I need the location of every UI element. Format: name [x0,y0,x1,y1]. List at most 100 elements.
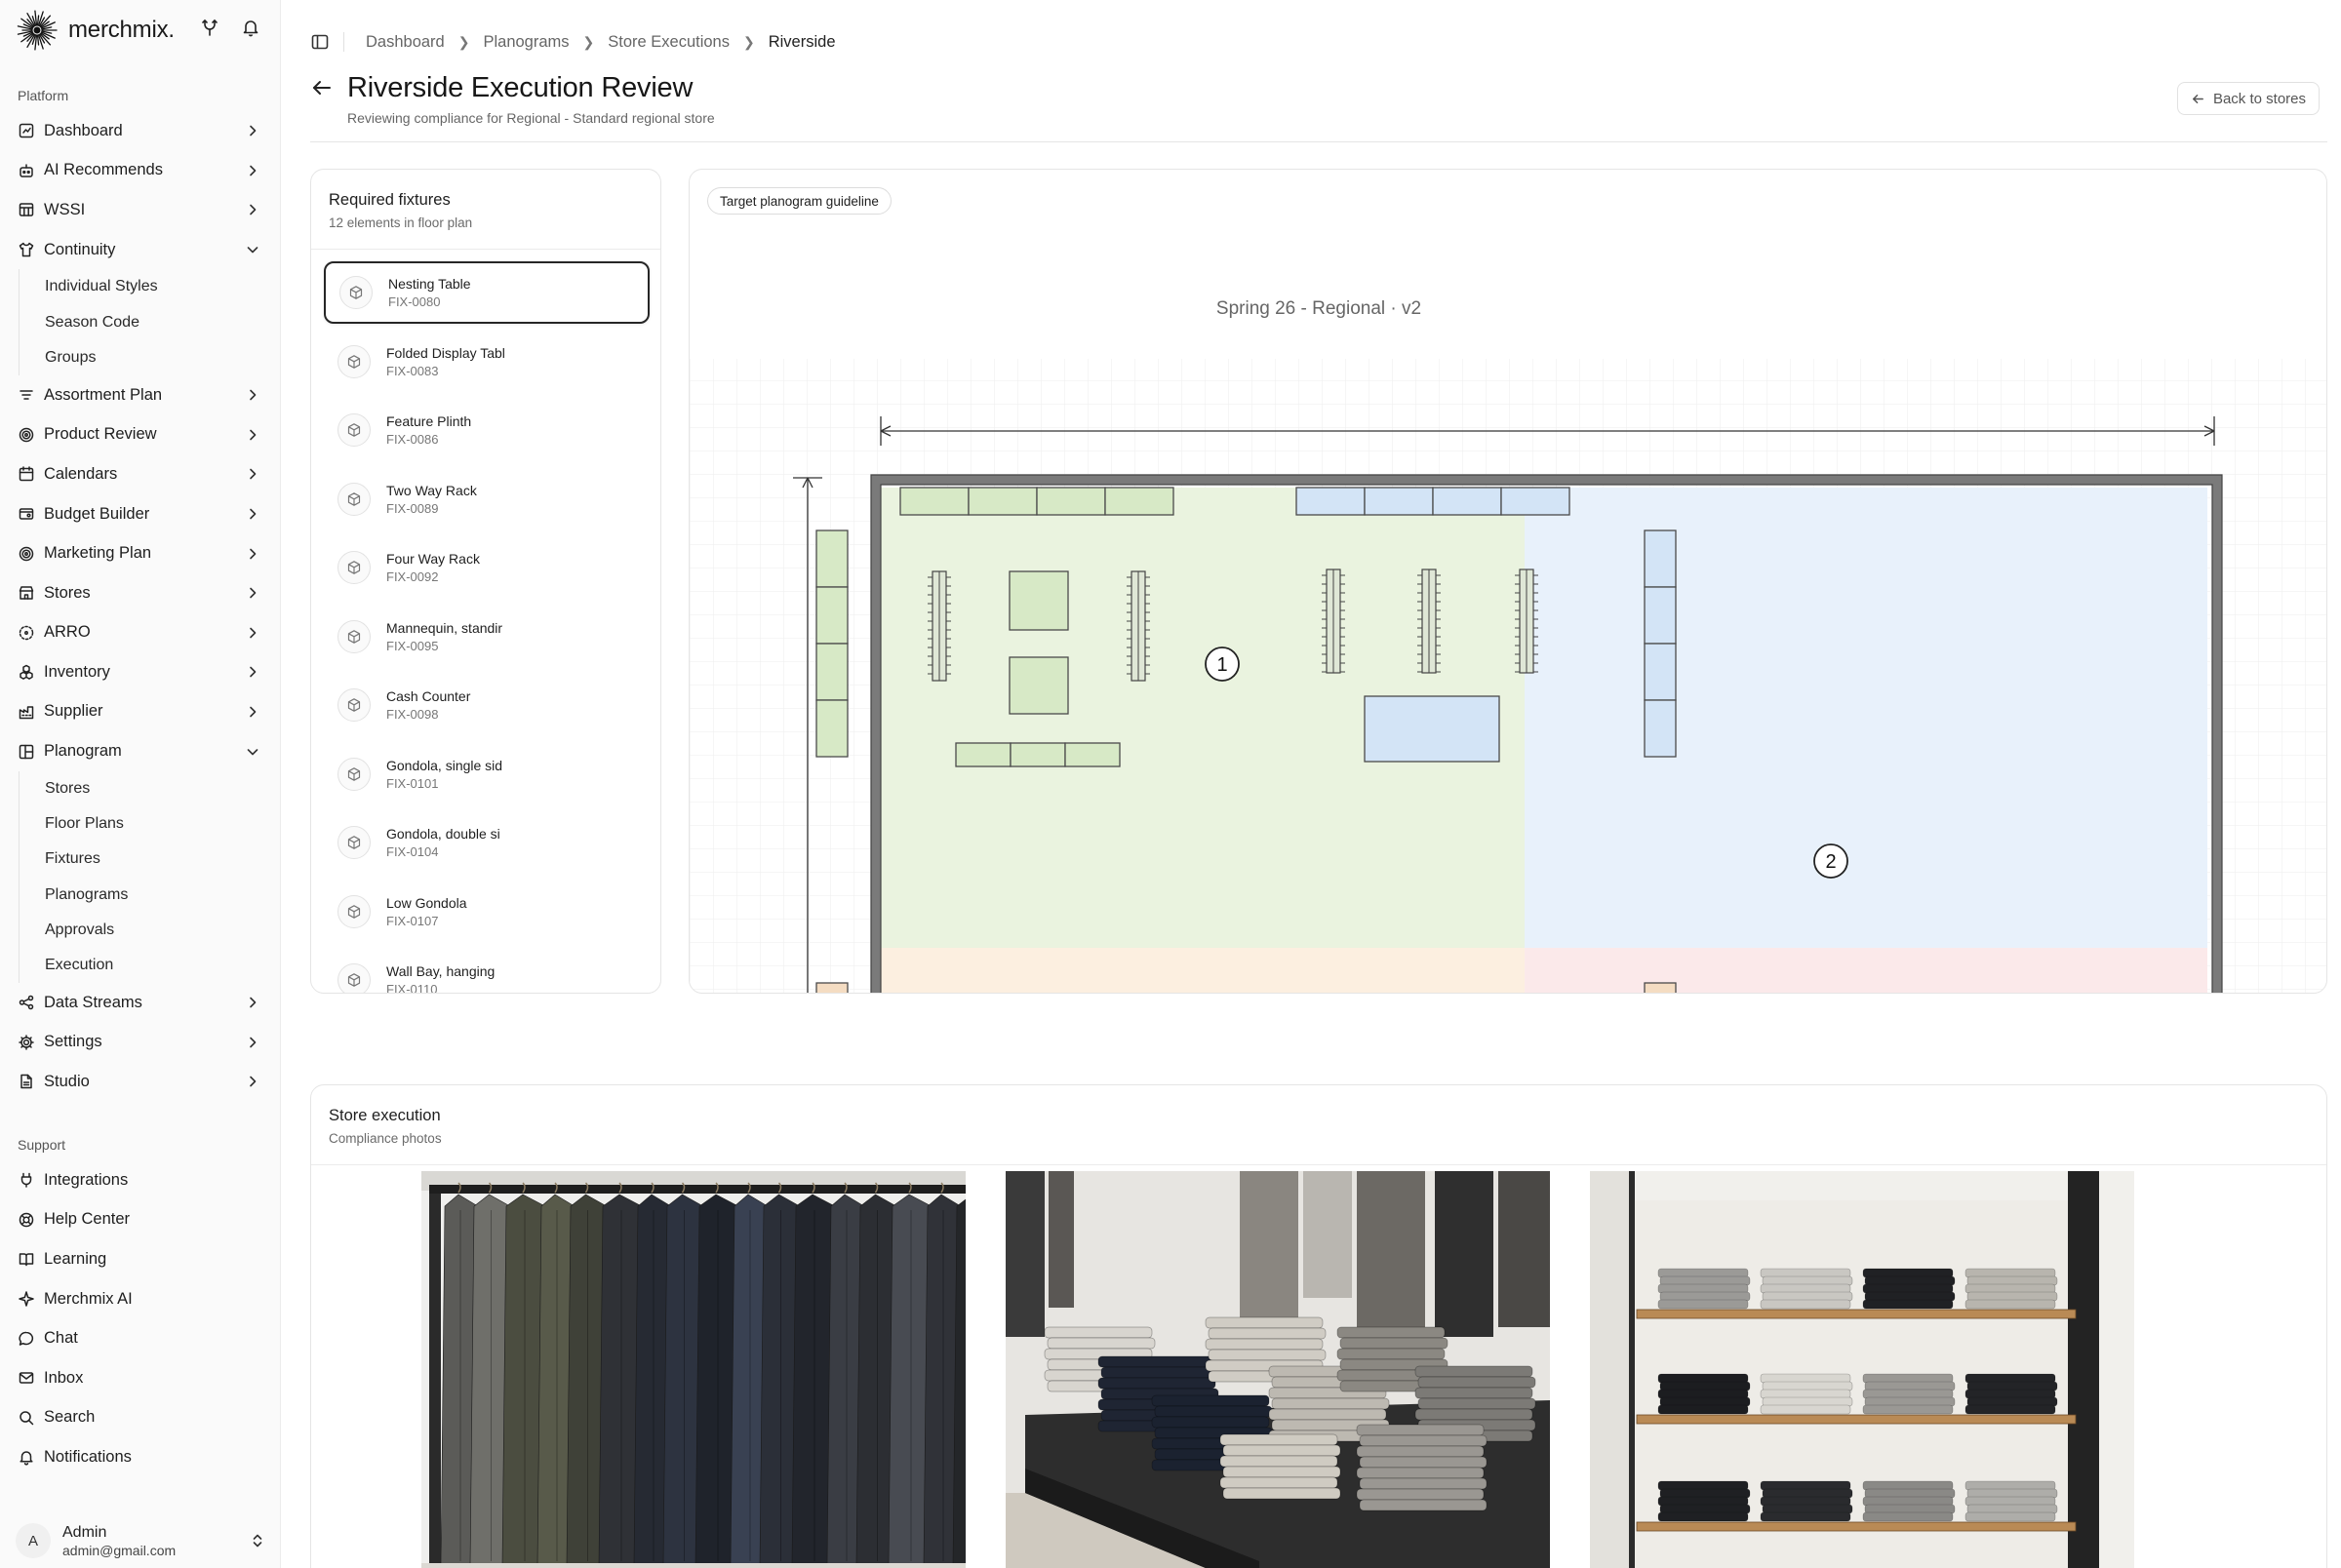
planogram-floor-plan[interactable]: Spring 26 - Regional · v2 1 2 [690,170,2327,994]
fixture-item[interactable]: Four Way Rack FIX-0092 [324,536,650,599]
fixture-wall-bay-top[interactable] [899,487,970,516]
support-item-help-center[interactable]: Help Center [8,1200,273,1240]
breadcrumb-dashboard[interactable]: Dashboard [366,33,445,52]
support-item-merchmix-ai[interactable]: Merchmix AI [8,1279,273,1319]
support-item-label: Search [44,1408,96,1427]
sidebar-item-data-streams[interactable]: Data Streams [8,983,273,1023]
compliance-photo-table[interactable] [1006,1171,1550,1568]
sidebar-item-assortment-plan[interactable]: Assortment Plan [8,375,273,415]
sidebar-item-planogram[interactable]: Planogram [8,731,273,771]
support-item-chat[interactable]: Chat [8,1318,273,1358]
fixture-item[interactable]: Wall Bay, hanging FIX-0110 [324,949,650,993]
fixture-wall-bay-left[interactable] [815,586,849,645]
sidebar-item-calendars[interactable]: Calendars [8,454,273,494]
support-item-integrations[interactable]: Integrations [8,1160,273,1200]
sidebar-item-stores[interactable]: Stores [8,573,273,613]
fixture-item[interactable]: Nesting Table FIX-0080 [324,261,650,324]
fixture-list[interactable]: Nesting Table FIX-0080 Folded Display Tabl… [324,261,650,993]
submenu-item-floor-plans[interactable]: Floor Plans [45,806,273,842]
budget-icon [19,508,34,520]
sidebar-item-budget-builder[interactable]: Budget Builder [8,494,273,534]
fixture-cash-counter[interactable] [1364,695,1500,763]
fixture-nesting-table[interactable] [1009,656,1069,715]
fixture-item[interactable]: Two Way Rack FIX-0089 [324,468,650,530]
submenu-item-fixtures[interactable]: Fixtures [45,842,273,877]
fixture-low-gondola[interactable] [1064,742,1121,767]
sidebar-item-arro[interactable]: ARRO [8,613,273,653]
fixture-item[interactable]: Cash Counter FIX-0098 [324,674,650,736]
starburst-logo-icon [17,10,58,51]
sidebar-toggle-icon[interactable] [310,32,330,52]
sidebar-item-studio[interactable]: Studio [8,1062,273,1102]
zone-pink [1525,948,2207,993]
submenu-item-planograms[interactable]: Planograms [45,877,273,912]
fixture-wall-bay-right[interactable] [1644,586,1677,645]
bell-icon[interactable] [241,18,260,37]
breadcrumb-store-executions[interactable]: Store Executions [608,33,730,52]
sidebar-item-supplier[interactable]: Supplier [8,692,273,732]
fixture-low-gondola[interactable] [955,742,1012,767]
fixture-code: FIX-0083 [386,363,439,378]
sidebar-item-continuity[interactable]: Continuity [8,230,273,270]
branch-icon[interactable] [200,18,219,37]
fixture-item[interactable]: Mannequin, standir FIX-0095 [324,606,650,668]
sidebar-item-inventory[interactable]: Inventory [8,652,273,692]
plug-icon [20,1173,32,1189]
back-to-stores-button[interactable]: Back to stores [2176,82,2320,115]
marker-2-label: 2 [1825,851,1836,873]
fixture-wall-bay-top[interactable] [968,487,1038,516]
fixture-wall-bay-right[interactable] [1644,699,1677,758]
sidebar-item-label: Planogram [44,742,122,761]
sidebar-item-product-review[interactable]: Product Review [8,415,273,455]
fixture-wall-bay-top[interactable] [1036,487,1106,516]
submenu-item-approvals[interactable]: Approvals [45,913,273,948]
fixture-item[interactable]: Feature Plinth FIX-0086 [324,399,650,461]
support-item-learning[interactable]: Learning [8,1239,273,1279]
bell-icon [20,1451,33,1466]
fixture-wall-bay-top[interactable] [1432,487,1502,516]
fixture-wall-bay-top[interactable] [1295,487,1366,516]
cube-icon [347,766,361,781]
brand-logo[interactable]: merchmix. [16,8,175,53]
compliance-photo-shelves[interactable] [1590,1171,2134,1568]
fixture-feature-plinth[interactable] [1009,570,1069,631]
submenu-item-stores[interactable]: Stores [45,771,273,806]
support-item-notifications[interactable]: Notifications [8,1437,273,1477]
submenu-item-groups[interactable]: Groups [45,340,273,375]
fixture-wall-bay-right[interactable] [1644,982,1677,994]
sidebar-item-wssi[interactable]: WSSI [8,190,273,230]
sidebar-item-dashboard[interactable]: Dashboard [8,111,273,151]
fixture-low-gondola[interactable] [1010,742,1066,767]
support-item-search[interactable]: Search [8,1398,273,1438]
submenu-item-individual-styles[interactable]: Individual Styles [45,269,273,304]
fixture-wall-bay-left[interactable] [815,643,849,701]
compliance-photo-jackets[interactable] [421,1171,966,1568]
fixture-wall-bay-right[interactable] [1644,643,1677,701]
fixture-item[interactable]: Gondola, double si FIX-0104 [324,811,650,874]
sidebar-item-settings[interactable]: Settings [8,1023,273,1063]
fixtures-subtitle: 12 elements in floor plan [329,216,473,230]
submenu-item-season-code[interactable]: Season Code [45,305,273,340]
fixture-item[interactable]: Gondola, single sid FIX-0101 [324,743,650,805]
marker-2[interactable]: 2 [1813,843,1848,879]
marker-1[interactable]: 1 [1205,647,1240,682]
arrow-left-icon[interactable] [310,76,334,99]
sidebar-item-ai-recommends[interactable]: AI Recommends [8,151,273,191]
support-item-inbox[interactable]: Inbox [8,1358,273,1398]
fixture-wall-bay-right[interactable] [1644,529,1677,588]
fixture-wall-bay-left[interactable] [815,982,849,994]
submenu-item-execution[interactable]: Execution [45,948,273,983]
brand-name: merchmix. [68,17,175,43]
cube-icon [349,286,363,299]
fixture-wall-bay-top[interactable] [1364,487,1434,516]
fixture-wall-bay-top[interactable] [1500,487,1570,516]
chevron-right-icon [250,548,257,559]
fixture-item[interactable]: Folded Display Tabl FIX-0083 [324,331,650,393]
fixture-wall-bay-left[interactable] [815,699,849,758]
fixture-item[interactable]: Low Gondola FIX-0107 [324,881,650,943]
user-menu[interactable]: A Admin admin@gmail.com [16,1521,265,1560]
breadcrumb-planograms[interactable]: Planograms [483,33,569,52]
sidebar-item-marketing-plan[interactable]: Marketing Plan [8,533,273,573]
fixture-wall-bay-top[interactable] [1104,487,1174,516]
fixture-wall-bay-left[interactable] [815,529,849,588]
